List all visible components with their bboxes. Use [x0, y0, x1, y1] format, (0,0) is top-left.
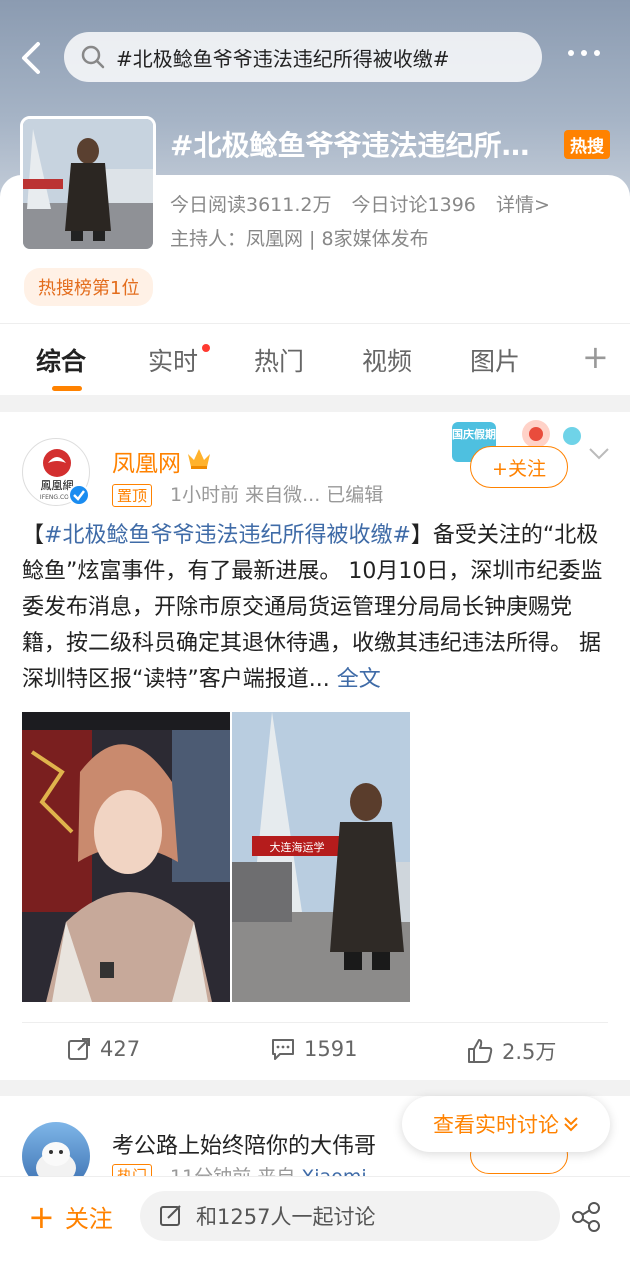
edit-icon [160, 1205, 181, 1226]
svg-text:国庆假期: 国庆假期 [452, 427, 496, 441]
hot-badge: 热搜 [564, 130, 610, 159]
search-icon [81, 45, 105, 69]
svg-text:大连海运学: 大连海运学 [270, 840, 325, 854]
post-image-1[interactable] [22, 712, 230, 1002]
bottom-bar: + 关注 和1257人一起讨论 [0, 1176, 630, 1280]
double-chevron-down-icon [564, 1117, 578, 1132]
like-count: 2.5万 [502, 1040, 557, 1064]
full-text-link[interactable]: 全文 [337, 667, 381, 692]
author-name[interactable]: 凤凰网 [112, 444, 181, 478]
pinned-tag: 置顶 [112, 484, 153, 507]
topic-host[interactable]: 主持人：凤凰网 | 8家媒体发布 [170, 224, 429, 251]
post-card: 鳳凰網 IFENG.COM 凤凰网 置顶 1小时前 来自微... 已编辑 国庆假… [0, 412, 630, 1080]
plus-icon: + [28, 1197, 55, 1236]
post-text: 【#北极鲶鱼爷爷违法违纪所得被收缴#】备受关注的“北极鲶鱼”炫富事件，有了最新进… [22, 523, 603, 692]
chevron-down-icon[interactable] [588, 446, 610, 465]
thumbs-up-icon [468, 1039, 493, 1063]
topic-stats: 今日阅读3611.2万 今日讨论1396 详情> [170, 190, 564, 217]
author-name[interactable]: 考公路上始终陪你的大伟哥 [112, 1128, 376, 1160]
bottom-follow-button[interactable]: + 关注 [28, 1199, 113, 1234]
search-box[interactable]: #北极鲶鱼爷爷违法违纪所得被收缴# [64, 32, 542, 82]
realtime-discussion-button[interactable]: 查看实时讨论 [402, 1096, 610, 1152]
comment-icon [272, 1039, 294, 1060]
share-button[interactable]: 427 [66, 1036, 140, 1062]
discussion-input[interactable]: 和1257人一起讨论 [140, 1191, 560, 1241]
follow-label: 关注 [64, 1205, 113, 1233]
new-dot [202, 344, 210, 352]
post-meta: 1小时前 来自微... 已编辑 [170, 484, 384, 506]
comment-button[interactable]: 1591 [270, 1036, 357, 1062]
share-icon [68, 1038, 90, 1060]
comment-count: 1591 [304, 1037, 358, 1061]
tab-bar: 综合 实时 热门 视频 图片 + [0, 323, 630, 395]
tab-hot[interactable]: 热门 [254, 342, 304, 378]
share-icon[interactable] [570, 1201, 602, 1237]
rank-badge[interactable]: 热搜榜第1位 [24, 268, 154, 306]
like-button[interactable]: 2.5万 [466, 1036, 556, 1066]
realtime-label: 查看实时讨论 [433, 1113, 559, 1137]
tab-realtime[interactable]: 实时 [148, 342, 198, 378]
search-query: #北极鲶鱼爷爷违法违纪所得被收缴# [116, 46, 450, 71]
read-count: 今日阅读3611.2万 [170, 194, 332, 216]
share-count: 427 [100, 1037, 141, 1061]
post-image-2[interactable]: 大连海运学 [232, 712, 410, 1002]
add-tab-icon[interactable]: + [582, 338, 609, 376]
verified-icon [68, 484, 90, 506]
details-link[interactable]: 详情> [496, 194, 550, 216]
topic-link[interactable]: #北极鲶鱼爷爷违法违纪所得被收缴# [44, 523, 411, 548]
topic-title: #北极鲶鱼爷爷违法违纪所得被收缴# [170, 129, 554, 162]
discussion-count: 今日讨论1396 [351, 194, 476, 216]
tab-underline [52, 386, 82, 391]
tab-images[interactable]: 图片 [470, 342, 520, 378]
discussion-placeholder: 和1257人一起讨论 [196, 1205, 376, 1229]
tab-comprehensive[interactable]: 综合 [36, 342, 86, 378]
topic-thumbnail[interactable] [20, 116, 156, 252]
more-icon[interactable] [568, 50, 600, 56]
back-icon[interactable] [14, 38, 50, 78]
top-bar: #北极鲶鱼爷爷违法违纪所得被收缴# [0, 28, 630, 88]
divider [22, 1022, 608, 1023]
follow-button[interactable]: +关注 [470, 446, 568, 488]
crown-icon [186, 446, 212, 474]
tab-video[interactable]: 视频 [362, 342, 412, 378]
